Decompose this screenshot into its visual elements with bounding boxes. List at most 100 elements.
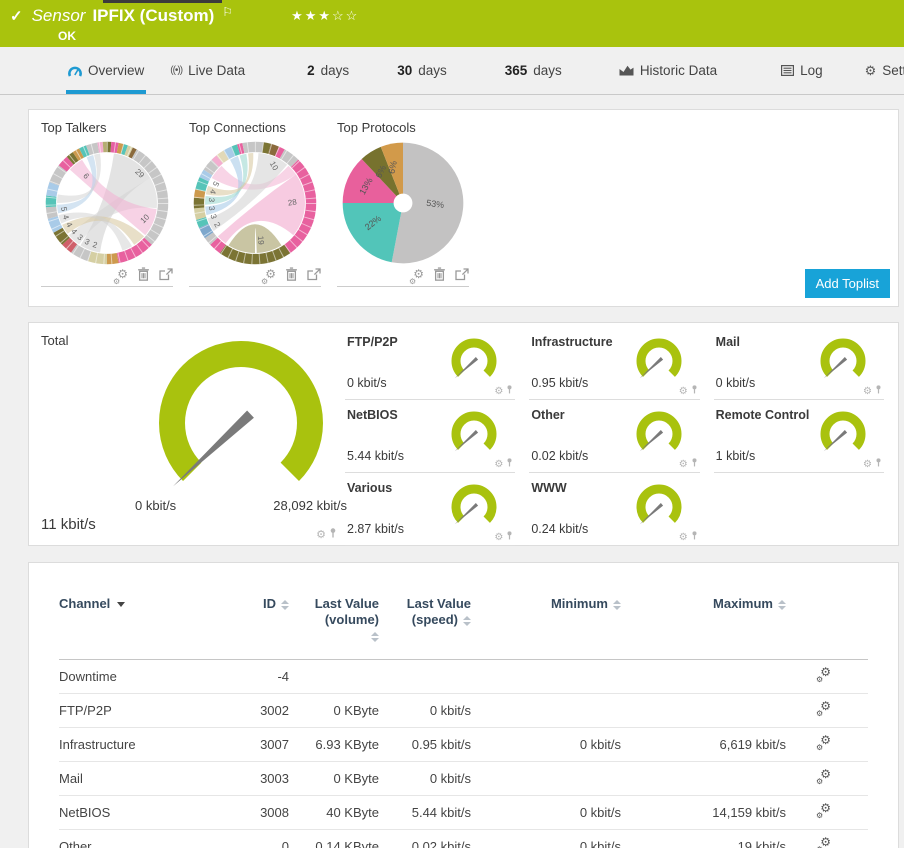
cell-channel: Mail [59,770,83,786]
channel-table-panel: Channel ID Last Value (volume) Last Value (sp… [28,562,899,848]
tab-365-days[interactable]: 365 days [505,47,562,94]
column-header-channel[interactable]: Channel [59,596,219,659]
channel-settings-button[interactable]: ⚙⚙ [816,767,831,786]
pin-icon[interactable] [691,458,698,470]
sort-toggle-icon[interactable] [281,599,289,610]
gauge-cell-various: Various 2.87 kbit/s ⚙ [345,473,516,546]
cell-channel: FTP/P2P [59,702,112,718]
gear-icon[interactable]: ⚙ [494,459,503,470]
toplist-title: Top Talkers [41,120,107,135]
channel-name: Other [531,408,565,422]
sensor-kind-label: Sensor [31,6,86,25]
cell-channel: Downtime [59,668,117,684]
pin-icon[interactable] [506,531,513,543]
pin-icon[interactable] [875,458,882,470]
channel-gauge [451,411,497,452]
channel-settings-button[interactable]: ⚙⚙ [816,665,831,684]
gear-icon[interactable]: ⚙ [679,386,688,397]
gear-icon[interactable]: ⚙ [316,528,326,541]
cell-last-speed: 0 kbit/s [429,770,471,786]
channel-value: 0.24 kbit/s [531,522,589,536]
gear-icon[interactable]: ⚙ [494,532,503,543]
sort-toggle-icon[interactable] [778,599,786,610]
tab-2-days[interactable]: 2 days [307,47,349,94]
table-row-mail[interactable]: Mail 3003 0 KByte 0 kbit/s ⚙ ⚙ [59,761,868,795]
cell-id: -4 [277,668,289,684]
tab-log[interactable]: Log [781,47,823,94]
cell-last-speed [379,659,471,693]
sort-toggle-icon[interactable] [371,632,379,643]
cell-maximum [621,693,786,727]
tab-overview[interactable]: Overview [65,47,147,94]
gear-icon[interactable]: ⚙ [494,386,503,397]
channel-name: Remote Control [715,408,810,422]
toplist-delete-icon[interactable] [433,267,446,286]
pin-icon[interactable] [691,385,698,397]
gauge-cell-mail: Mail 0 kbit/s ⚙ [713,327,884,400]
gear-icon[interactable]: ⚙ [863,386,872,397]
pin-icon[interactable] [329,528,337,541]
tab-30-days[interactable]: 30 days [397,47,447,94]
column-header-maximum[interactable]: Maximum [621,596,786,659]
gauge-cell-www: WWW 0.24 kbit/s ⚙ [529,473,700,546]
cell-last-volume: 40 KByte [326,804,379,820]
tab-settings[interactable]: ⚙Settings [865,47,904,94]
channel-settings-button[interactable]: ⚙⚙ [816,801,831,820]
table-row-downtime[interactable]: Downtime -4 ⚙ ⚙ [59,659,868,693]
column-header-last-value-volume-[interactable]: Last Value (volume) [289,596,379,659]
live-icon: ((•)) [170,65,183,76]
table-row-other[interactable]: Other 0 0.14 KByte 0.02 kbit/s 0 kbit/s 19 kb… [59,829,868,848]
pin-icon[interactable] [691,531,698,543]
toplist-delete-icon[interactable] [285,267,298,286]
cell-last-volume: 0 KByte [333,702,379,718]
gear-icon[interactable]: ⚙ [863,459,872,470]
total-gauge-max: 28,092 kbit/s [273,498,347,513]
column-header-id[interactable]: ID [219,596,289,659]
table-row-ftp-p2p[interactable]: FTP/P2P 3002 0 KByte 0 kbit/s ⚙ ⚙ [59,693,868,727]
toplist-settings-icon[interactable]: ⚙ ⚙ [261,267,276,286]
toplist-open-external-icon[interactable] [159,267,173,286]
channel-table: Channel ID Last Value (volume) Last Value (sp… [59,596,868,848]
cell-maximum: 6,619 kbit/s [719,736,787,752]
toplist-settings-icon[interactable]: ⚙ ⚙ [113,267,128,286]
cell-id: 3002 [260,702,289,718]
column-header-minimum[interactable]: Minimum [471,596,621,659]
pin-icon[interactable] [506,458,513,470]
cell-last-speed: 0.02 kbit/s [411,838,471,848]
toplist-settings-icon[interactable]: ⚙ ⚙ [409,267,424,286]
top-protocols-pie-chart[interactable]: 53%22%13%6%6% [337,137,469,269]
channel-value: 2.87 kbit/s [347,522,404,536]
tab-live-data[interactable]: ((•)) Live Data [170,47,245,94]
gauge-cell-infrastructure: Infrastructure 0.95 kbit/s ⚙ [529,327,700,400]
flag-icon[interactable]: ⚐ [222,5,233,19]
column-header-last-value-speed-[interactable]: Last Value (speed) [379,596,471,659]
table-row-netbios[interactable]: NetBIOS 3008 40 KByte 5.44 kbit/s 0 kbit/s 14… [59,795,868,829]
toplist-open-external-icon[interactable] [455,267,469,286]
toplist-delete-icon[interactable] [137,267,150,286]
toplist-tile-top-connections: Top Connections 10 28 19 2 3 3 3 4 5 ⚙ ⚙ [189,120,337,306]
channel-settings-button[interactable]: ⚙⚙ [816,699,831,718]
cell-minimum [471,659,621,693]
top-talkers-chord-chart[interactable]: 291062334445 [41,137,173,269]
pin-icon[interactable] [506,385,513,397]
cell-maximum: 14,159 kbit/s [712,804,786,820]
browser-edge-strip [103,0,222,3]
channel-gauge [451,484,497,525]
top-connections-chord-chart[interactable]: 102819233345 [189,137,321,269]
channel-settings-button[interactable]: ⚙⚙ [816,835,831,848]
gear-icon[interactable]: ⚙ [679,459,688,470]
tab-historic-data[interactable]: Historic Data [619,47,717,94]
sort-toggle-icon[interactable] [463,615,471,626]
channel-settings-button[interactable]: ⚙⚙ [816,733,831,752]
toplist-tile-top-talkers: Top Talkers 29 10 6 2 3 3 4 4 4 5 ⚙ ⚙ [41,120,189,306]
cell-minimum: 0 kbit/s [579,736,621,752]
table-row-infrastructure[interactable]: Infrastructure 3007 6.93 KByte 0.95 kbit/s 0… [59,727,868,761]
pin-icon[interactable] [875,385,882,397]
settings-icon: ⚙ [864,62,877,78]
add-toplist-button[interactable]: Add Toplist [804,269,890,298]
gear-icon[interactable]: ⚙ [679,532,688,543]
toplist-open-external-icon[interactable] [307,267,321,286]
cell-last-volume: 6.93 KByte [315,736,379,752]
sort-toggle-icon[interactable] [613,599,621,610]
priority-stars[interactable]: ★★★☆☆ [291,8,359,24]
